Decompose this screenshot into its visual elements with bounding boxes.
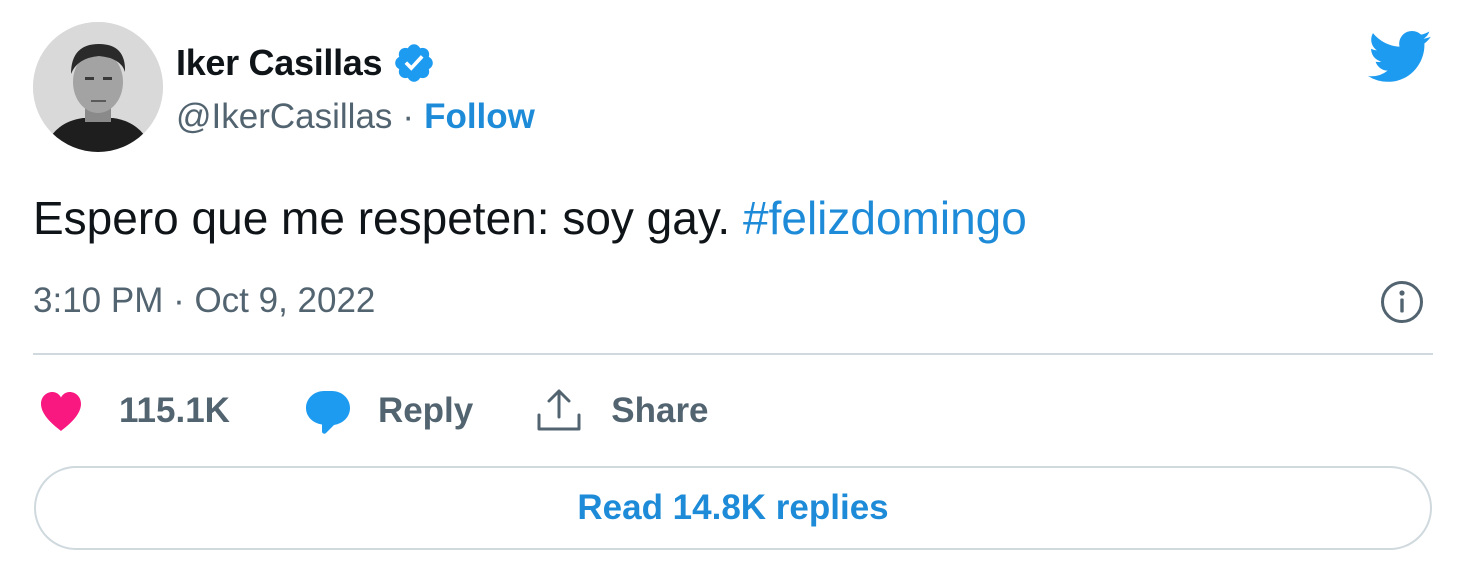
reply-label: Reply [377,391,474,430]
author-name[interactable]: Iker Casillas [176,42,383,84]
share-label: Share [611,391,709,430]
read-replies-button[interactable]: Read 14.8K replies [34,466,1432,550]
follow-button[interactable]: Follow [424,97,535,137]
tweet-body: Espero que me respeten: soy gay. [33,192,743,244]
info-icon[interactable] [1380,280,1424,324]
tweet-card: Iker Casillas @IkerCasillas · Follow Esp… [0,0,1460,575]
verified-badge-icon [392,41,436,85]
twitter-bird-icon[interactable] [1368,30,1432,84]
tweet-timestamp[interactable]: 3:10 PM · Oct 9, 2022 [33,276,375,326]
avatar-image [33,22,163,152]
action-bar: 115.1K Reply Share [33,382,709,440]
heart-icon [41,392,81,431]
share-upload-icon [537,389,581,431]
separator-dot: · [402,97,415,136]
author-name-row: Iker Casillas [176,38,436,88]
hashtag-link[interactable]: #felizdomingo [743,192,1027,244]
divider [33,353,1433,355]
avatar[interactable] [33,22,163,152]
like-button[interactable]: 115.1K [33,383,230,439]
author-handle-row: @IkerCasillas · Follow [176,94,535,140]
like-count: 115.1K [119,391,230,430]
tweet-text: Espero que me respeten: soy gay. #felizd… [33,188,1027,248]
author-handle[interactable]: @IkerCasillas [176,97,392,137]
speech-bubble-icon [305,391,350,434]
share-button[interactable]: Share [531,383,709,439]
reply-button[interactable]: Reply [300,383,473,439]
